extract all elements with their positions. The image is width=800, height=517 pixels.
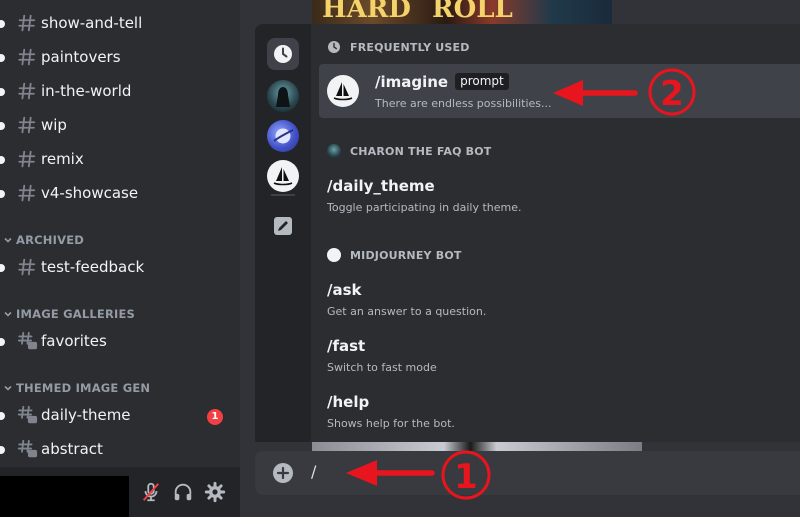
annotation-number-2: 2 xyxy=(660,74,684,114)
annotation-arrow-2 xyxy=(553,80,638,106)
annotation-arrow-1 xyxy=(346,460,435,486)
tutorial-annotations: 2 1 xyxy=(346,68,696,500)
annotation-number-1: 1 xyxy=(454,457,478,497)
